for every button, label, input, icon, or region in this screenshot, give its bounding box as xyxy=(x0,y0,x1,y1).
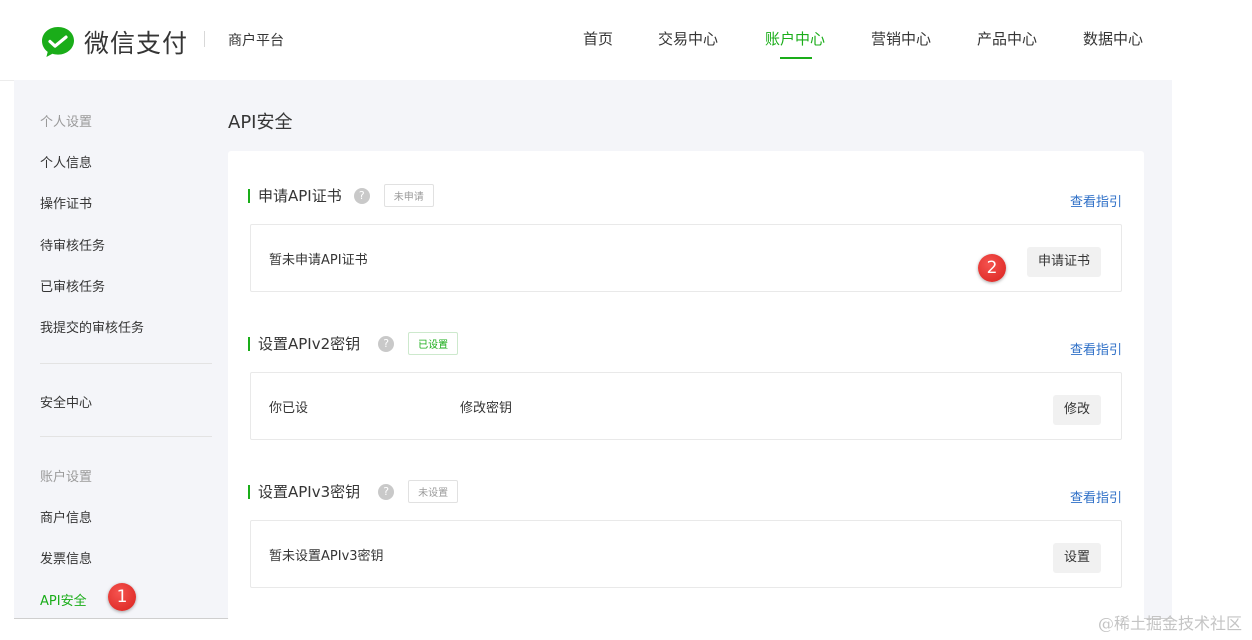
brand-name: 微信支付 xyxy=(84,29,189,58)
nav-data-center[interactable]: 数据中心 xyxy=(1083,28,1143,49)
sidebar-item-invoice-info[interactable]: 发票信息 xyxy=(40,548,92,567)
sidebar-item-operation-cert[interactable]: 操作证书 xyxy=(40,193,92,212)
status-badge: 未申请 xyxy=(383,184,434,207)
section-accent-bar xyxy=(248,336,250,351)
sidebar-divider xyxy=(40,363,212,364)
apiv2-status-text: 你已设 xyxy=(269,401,309,416)
section-accent-bar xyxy=(248,188,250,203)
section-apiv2-title: 设置APIv2密钥 ? 已设置 xyxy=(248,332,459,355)
modify-key-link[interactable]: 修改密钥 xyxy=(460,397,512,416)
status-badge: 未设置 xyxy=(408,480,459,503)
top-header: 微信支付 商户平台 首页 交易中心 账户中心 营销中心 产品中心 数据中心 xyxy=(0,0,1172,81)
view-guide-link[interactable]: 查看指引 xyxy=(1070,339,1122,358)
sidebar-item-pending-review[interactable]: 待审核任务 xyxy=(40,235,105,254)
platform-name: 商户平台 xyxy=(228,33,284,49)
view-guide-link[interactable]: 查看指引 xyxy=(1070,191,1122,210)
active-nav-indicator xyxy=(780,57,812,59)
sidebar-group-personal: 个人设置 xyxy=(40,115,93,130)
step-marker-1: 1 xyxy=(108,583,136,611)
section-apiv3-title: 设置APIv3密钥 ? 未设置 xyxy=(248,480,459,503)
sidebar-group-account: 账户设置 xyxy=(40,470,93,485)
api-security-panel: 申请API证书 ? 未申请 查看指引 暂未申请API证书 申请证书 设置APIv… xyxy=(228,151,1144,621)
set-button[interactable]: 设置 xyxy=(1052,543,1101,573)
apiv2-key-box: 你已设 修改密钥 修改 xyxy=(250,372,1122,440)
section-title-text: 申请API证书 xyxy=(258,187,342,205)
section-api-cert-title: 申请API证书 ? 未申请 xyxy=(248,184,434,207)
watermark: @稀土掘金技术社区 xyxy=(1097,614,1242,633)
help-icon[interactable]: ? xyxy=(378,335,395,352)
view-guide-link[interactable]: 查看指引 xyxy=(1070,487,1122,506)
sidebar-item-personal-info[interactable]: 个人信息 xyxy=(40,152,92,171)
help-icon[interactable]: ? xyxy=(353,187,370,204)
sidebar-divider xyxy=(40,436,212,437)
nav-marketing-center[interactable]: 营销中心 xyxy=(871,28,931,49)
section-title-text: 设置APIv3密钥 xyxy=(258,483,361,501)
apiv3-status-text: 暂未设置APIv3密钥 xyxy=(269,549,384,564)
sidebar-item-my-submitted[interactable]: 我提交的审核任务 xyxy=(40,317,144,336)
status-badge: 已设置 xyxy=(408,332,459,355)
nav-product-center[interactable]: 产品中心 xyxy=(977,28,1037,49)
api-cert-status-text: 暂未申请API证书 xyxy=(269,253,368,268)
modify-button[interactable]: 修改 xyxy=(1052,395,1101,425)
sidebar-item-security-center[interactable]: 安全中心 xyxy=(40,392,92,411)
nav-trade-center[interactable]: 交易中心 xyxy=(658,28,718,49)
header-divider xyxy=(204,31,205,47)
nav-account-center[interactable]: 账户中心 xyxy=(765,28,825,49)
sidebar-item-api-security[interactable]: API安全 xyxy=(40,590,87,609)
wechat-pay-logo-icon xyxy=(42,27,74,57)
sidebar-item-merchant-info[interactable]: 商户信息 xyxy=(40,507,92,526)
brand-logo[interactable]: 微信支付 xyxy=(40,24,188,60)
section-title-text: 设置APIv2密钥 xyxy=(258,335,361,353)
help-icon[interactable]: ? xyxy=(378,483,395,500)
step-marker-2: 2 xyxy=(978,254,1006,282)
apiv3-key-box: 暂未设置APIv3密钥 设置 xyxy=(250,520,1122,588)
sidebar-item-reviewed[interactable]: 已审核任务 xyxy=(40,276,105,295)
apply-cert-button[interactable]: 申请证书 xyxy=(1026,247,1101,277)
page-title: API安全 xyxy=(228,112,293,133)
section-accent-bar xyxy=(248,484,250,499)
nav-home[interactable]: 首页 xyxy=(583,28,613,49)
